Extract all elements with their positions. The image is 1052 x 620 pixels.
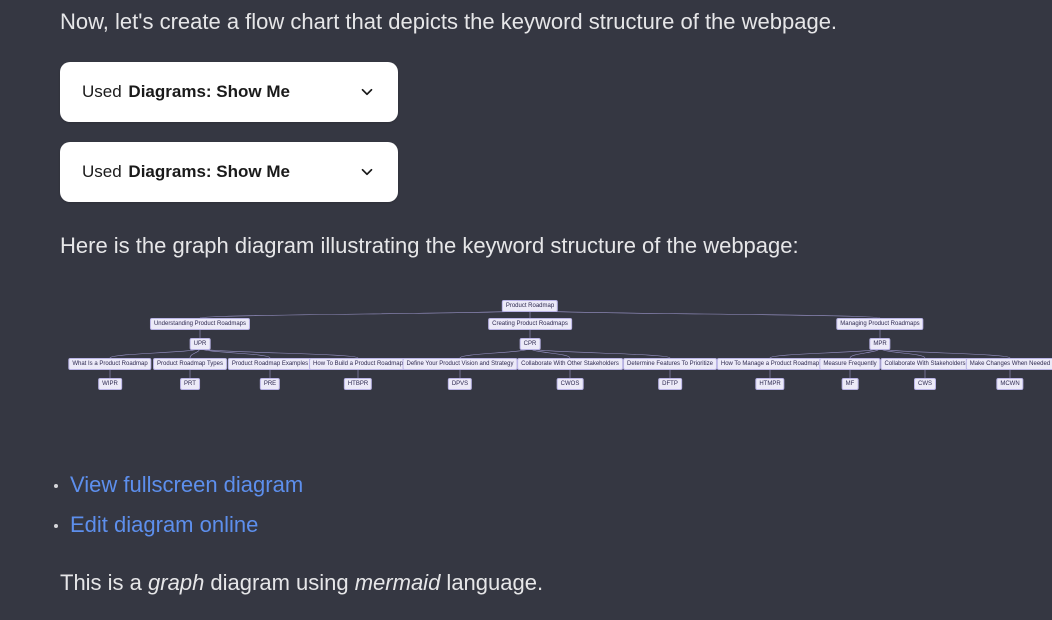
tool-label: Used Diagrams: Show Me xyxy=(82,162,290,182)
tool-prefix: Used xyxy=(82,82,126,101)
chevron-down-icon xyxy=(358,83,376,101)
footnote-em: mermaid xyxy=(355,570,441,595)
diagram-node: Collaborate With Stakeholders xyxy=(880,358,969,371)
footnote-text: This is a xyxy=(60,570,148,595)
diagram-node: Product Roadmap Examples xyxy=(228,358,312,371)
view-fullscreen-link[interactable]: View fullscreen diagram xyxy=(70,472,303,497)
diagram-group-code: UPR xyxy=(190,338,211,351)
tool-name: Diagrams: Show Me xyxy=(128,162,290,181)
diagram-node: Determine Features To Prioritize xyxy=(623,358,717,371)
diagram-node: How To Build a Product Roadmap xyxy=(309,358,407,371)
diagram-root: Product Roadmap xyxy=(502,300,558,313)
chevron-down-icon xyxy=(358,163,376,181)
edit-diagram-link[interactable]: Edit diagram online xyxy=(70,512,258,537)
tool-card[interactable]: Used Diagrams: Show Me xyxy=(60,142,398,202)
footnote-text: language. xyxy=(440,570,543,595)
diagram-group-code: MPR xyxy=(869,338,890,351)
diagram-node-code: MCWN xyxy=(996,378,1023,391)
footnote: This is a graph diagram using mermaid la… xyxy=(60,568,992,599)
footnote-text: diagram using xyxy=(204,570,354,595)
tool-name: Diagrams: Show Me xyxy=(128,82,290,101)
diagram-node-code: MF xyxy=(842,378,859,391)
diagram-node-code: CWOS xyxy=(557,378,584,391)
diagram-node-code: CWS xyxy=(914,378,936,391)
diagram-group-code: CPR xyxy=(520,338,541,351)
diagram-node: What Is a Product Roadmap xyxy=(68,358,151,371)
diagram-node-code: DPVS xyxy=(448,378,472,391)
diagram-node-code: WIPR xyxy=(98,378,122,391)
diagram-node: Product Roadmap Types xyxy=(153,358,227,371)
diagram-node-code: PRT xyxy=(180,378,200,391)
footnote-em: graph xyxy=(148,570,204,595)
diagram-node: Measure Frequently xyxy=(819,358,880,371)
diagram-node-code: HTMPR xyxy=(755,378,784,391)
intro-text: Now, let's create a flow chart that depi… xyxy=(60,6,992,38)
tool-card[interactable]: Used Diagrams: Show Me xyxy=(60,62,398,122)
tool-cards-list: Used Diagrams: Show Me Used Diagrams: Sh… xyxy=(60,62,992,202)
tool-prefix: Used xyxy=(82,162,126,181)
diagram-group: Creating Product Roadmaps xyxy=(488,318,572,331)
diagram-node: Make Changes When Needed xyxy=(966,358,1052,371)
diagram-group: Managing Product Roadmaps xyxy=(836,318,923,331)
diagram-group: Understanding Product Roadmaps xyxy=(150,318,250,331)
diagram-node-code: PRE xyxy=(260,378,280,391)
list-item: View fullscreen diagram xyxy=(60,472,992,498)
tool-label: Used Diagrams: Show Me xyxy=(82,82,290,102)
diagram-node-code: HTBPR xyxy=(344,378,372,391)
diagram-node: How To Manage a Product Roadmap xyxy=(717,358,823,371)
action-links: View fullscreen diagram Edit diagram onl… xyxy=(60,472,992,538)
diagram-intro-text: Here is the graph diagram illustrating t… xyxy=(60,230,992,262)
diagram-node: Define Your Product Vision and Strategy xyxy=(403,358,518,371)
diagram-node-code: DFTP xyxy=(658,378,682,391)
diagram: Product Roadmap Understanding Product Roa… xyxy=(60,296,992,436)
diagram-node: Collaborate With Other Stakeholders xyxy=(517,358,623,371)
list-item: Edit diagram online xyxy=(60,512,992,538)
